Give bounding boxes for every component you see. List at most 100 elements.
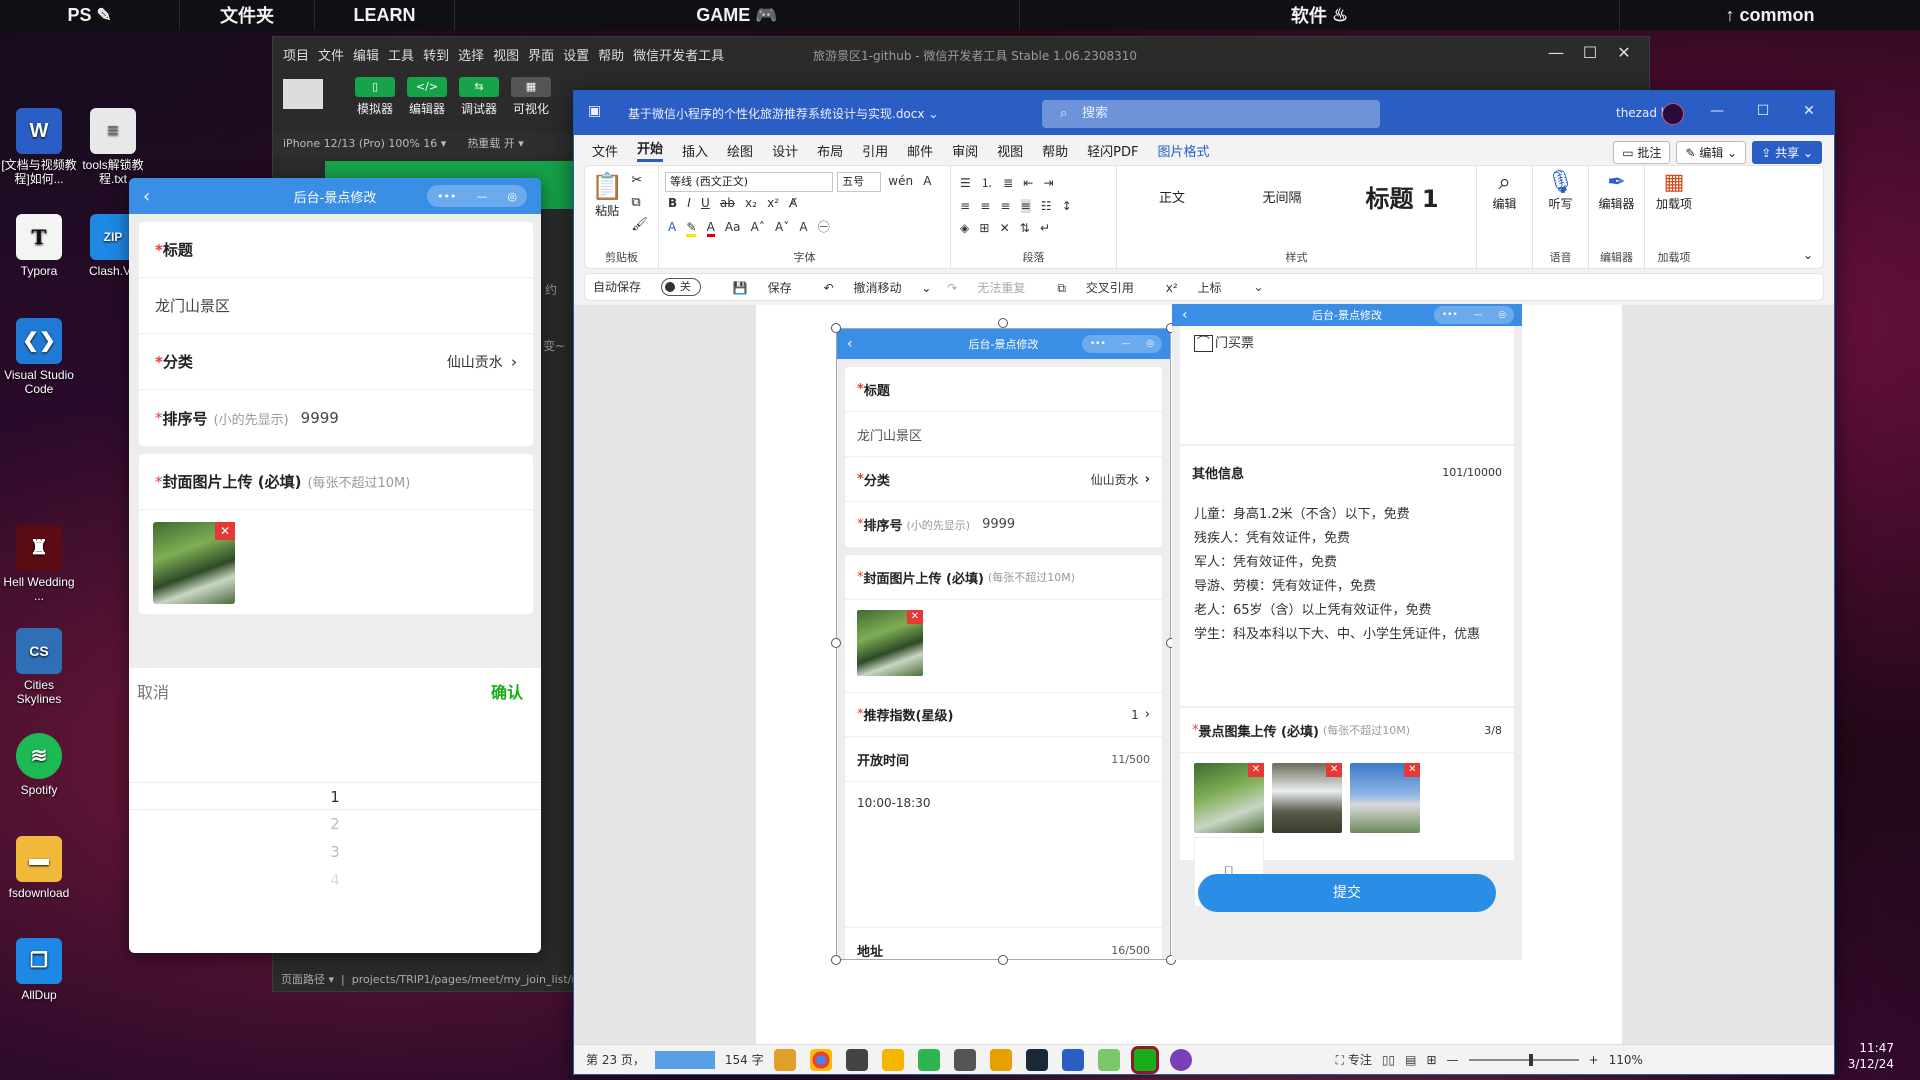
tab-file[interactable]: 文件	[592, 141, 618, 160]
maximize-icon[interactable]: ☐	[1748, 103, 1778, 119]
device-select[interactable]: iPhone 12/13 (Pro) 100% 16 ▾	[283, 137, 446, 150]
word-count[interactable]: 154 字	[725, 1051, 764, 1068]
microphone-icon[interactable]: 🎙	[1539, 170, 1582, 195]
simulator-button[interactable]: ▯ 模拟器	[351, 77, 399, 117]
category-select[interactable]: * 分类 仙山贡水 ›	[139, 334, 533, 390]
picker-confirm-button[interactable]: 确认	[491, 679, 523, 703]
menu-help[interactable]: 帮助	[598, 45, 624, 64]
style-heading-1[interactable]: 标题 1	[1347, 172, 1457, 226]
style-no-spacing[interactable]: 无间隔	[1237, 172, 1327, 226]
cover-thumbnail[interactable]: ✕	[153, 522, 235, 604]
borders-icon[interactable]: ⊞	[979, 221, 989, 235]
desktop-icon-text-file[interactable]: ≡ tools解锁教程.txt	[74, 108, 152, 186]
maximize-icon[interactable]: ☐	[1575, 43, 1605, 62]
decrease-font-icon[interactable]: A˅	[775, 220, 789, 234]
app-menu-icon[interactable]: ▣	[588, 103, 601, 119]
multilevel-icon[interactable]: ≣	[1003, 176, 1013, 190]
zoom-slider[interactable]	[1468, 1053, 1579, 1066]
zoom-in-icon[interactable]: +	[1589, 1053, 1599, 1067]
change-case-icon[interactable]: Aa	[725, 220, 741, 234]
justify-icon[interactable]: ≡	[1020, 199, 1031, 213]
align-left-icon[interactable]: ≡	[960, 199, 970, 213]
delete-icon[interactable]: ✕	[215, 522, 235, 540]
web-layout-icon[interactable]: ⊞	[1426, 1053, 1436, 1067]
embedded-image-info[interactable]: ‹ 后台-景点修改 ••• — ◎ ⌒ 门买票 其他信息 101/10000 儿童：身高…	[1172, 304, 1522, 960]
copy-icon[interactable]: ⧉	[631, 192, 648, 214]
collapse-ribbon-icon[interactable]: ⌄	[1803, 248, 1813, 262]
picker-option[interactable]: 3	[129, 838, 541, 866]
tab-mailings[interactable]: 邮件	[907, 141, 933, 160]
minimize-icon[interactable]: —	[1702, 103, 1732, 119]
redo-button[interactable]: ↷ 无法重复	[947, 279, 1041, 296]
debugger-button[interactable]: ⇆ 调试器	[455, 77, 503, 117]
editing-mode-button[interactable]: ✎ 编辑 ⌄	[1676, 141, 1747, 164]
asian-layout-icon[interactable]: ✕	[1000, 221, 1010, 235]
resize-handle[interactable]	[998, 955, 1008, 965]
autosave[interactable]: 自动保存 关	[593, 278, 717, 297]
menu-file[interactable]: 文件	[318, 45, 344, 64]
picker-cancel-button[interactable]: 取消	[137, 679, 169, 703]
tab-layout[interactable]: 布局	[817, 141, 843, 160]
tab-picture-format[interactable]: 图片格式	[1158, 141, 1210, 160]
distribute-icon[interactable]: ☷	[1041, 199, 1052, 213]
resize-handle[interactable]	[831, 323, 841, 333]
close-icon[interactable]: ✕	[1794, 103, 1824, 119]
menu-interface[interactable]: 界面	[528, 45, 554, 64]
menu-wechat-devtools[interactable]: 微信开发者工具	[633, 45, 724, 64]
font-size-select[interactable]: 五号	[837, 172, 882, 192]
app-icon[interactable]	[881, 1048, 904, 1071]
strikethrough-icon[interactable]: ab	[720, 196, 735, 210]
menu-tools[interactable]: 工具	[388, 45, 414, 64]
menu-project[interactable]: 项目	[283, 45, 309, 64]
tab-insert[interactable]: 插入	[682, 141, 708, 160]
increase-font-icon[interactable]: A˄	[751, 220, 765, 234]
embedded-image-form[interactable]: ‹ 后台-景点修改 ••• — ◎ * 标题 龙门山景区 * 分类 仙山贡水 › * 排序号(…	[836, 328, 1171, 960]
button-label[interactable]: 编辑器	[1595, 195, 1638, 212]
editor-button[interactable]: </> 编辑器	[403, 77, 451, 117]
undo-button[interactable]: ↶ 撤消移动 ⌄	[824, 279, 932, 296]
page-path-label[interactable]: 页面路径 ▾	[281, 973, 334, 986]
document-title[interactable]: 基于微信小程序的个性化旅游推荐系统设计与实现.docx ⌄	[628, 105, 938, 122]
topbar-ps[interactable]: PS ✎	[0, 0, 180, 30]
desktop-icon-alldup[interactable]: ❐ AllDup	[0, 938, 78, 1002]
tab-home[interactable]: 开始	[637, 138, 664, 162]
superscript-icon[interactable]: x²	[767, 196, 779, 210]
folder-taskbar-icon[interactable]	[773, 1048, 796, 1071]
app-icon[interactable]	[1097, 1048, 1120, 1071]
button-label[interactable]: 听写	[1539, 195, 1582, 212]
back-icon[interactable]: ‹	[143, 186, 150, 207]
topbar-software[interactable]: 软件 ♨	[1020, 0, 1620, 30]
text-effects-icon[interactable]: A	[668, 220, 676, 234]
desktop-icon-word-doc[interactable]: W [文档与视频教程]如何...	[0, 108, 78, 186]
search-box[interactable]: ⌕ 搜索	[1042, 100, 1380, 128]
zoom-out-icon[interactable]: —	[1447, 1053, 1459, 1067]
menu-select[interactable]: 选择	[458, 45, 484, 64]
minus-icon[interactable]: —	[476, 190, 487, 203]
minimize-icon[interactable]: —	[1541, 43, 1571, 62]
paste-button[interactable]: 📋 粘贴	[591, 172, 623, 236]
topbar-folder[interactable]: 文件夹	[180, 0, 315, 30]
search-app-icon[interactable]	[989, 1048, 1012, 1071]
decrease-indent-icon[interactable]: ⇤	[1023, 176, 1033, 190]
menu-goto[interactable]: 转到	[423, 45, 449, 64]
tab-pdf[interactable]: 轻闪PDF	[1087, 141, 1138, 160]
zoom-level[interactable]: 110%	[1609, 1053, 1643, 1067]
format-painter-icon[interactable]: 🖌	[631, 214, 648, 236]
tab-draw[interactable]: 绘图	[727, 141, 753, 160]
tab-references[interactable]: 引用	[862, 141, 888, 160]
desktop-icon-cities[interactable]: CS Cities Skylines	[0, 628, 78, 706]
align-right-icon[interactable]: ≡	[1000, 199, 1010, 213]
tab-view[interactable]: 视图	[997, 141, 1023, 160]
app-icon[interactable]	[953, 1048, 976, 1071]
clear-format-icon[interactable]: A̸	[789, 196, 797, 210]
focus-mode[interactable]: ⛶ 专注	[1336, 1051, 1372, 1068]
bullets-icon[interactable]: ☰	[960, 176, 971, 190]
highlight-icon[interactable]: ✎	[686, 220, 697, 237]
resize-handle[interactable]	[831, 955, 841, 965]
picker-option[interactable]: 4	[129, 866, 541, 894]
title-input[interactable]: 龙门山景区	[139, 278, 533, 334]
capsule-menu[interactable]: ••• — ◎	[427, 185, 527, 207]
system-clock[interactable]: 11:47 3/12/24	[1848, 1040, 1894, 1072]
target-icon[interactable]: ◎	[507, 190, 517, 203]
order-input[interactable]: * 排序号 (小的先显示) 9999	[139, 390, 533, 446]
